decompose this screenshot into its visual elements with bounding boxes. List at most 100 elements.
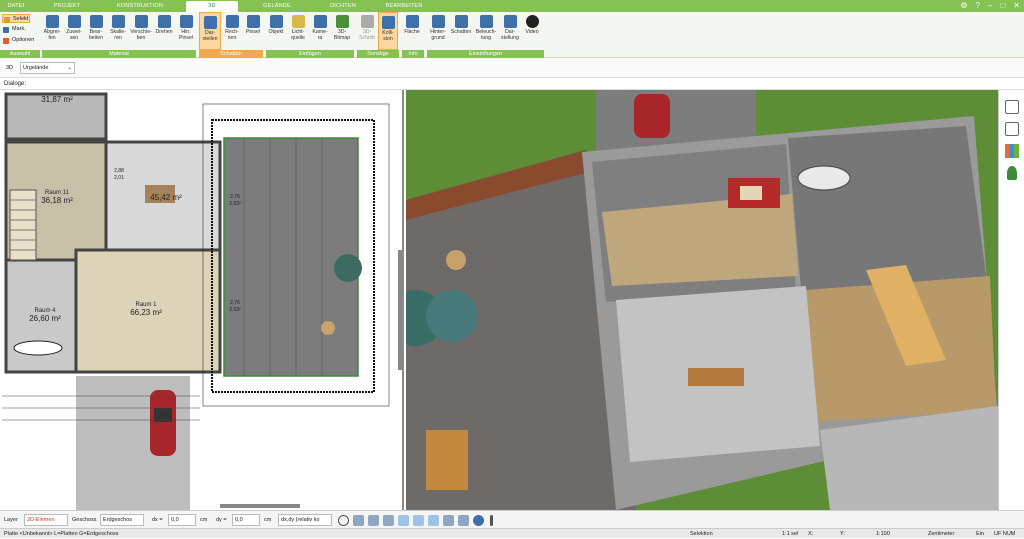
clock-icon[interactable]: [338, 515, 349, 526]
chair-icon[interactable]: [1005, 122, 1019, 136]
schnitt-label: 3D- Schnitt: [359, 29, 375, 41]
layer-select[interactable]: 2D-Elemen: [24, 514, 68, 526]
close-icon[interactable]: ✕: [1013, 0, 1020, 12]
schnitt-button[interactable]: 3D- Schnitt: [357, 12, 377, 50]
bearbeiten-label: Bear- beiten: [88, 29, 104, 41]
rechnen-button[interactable]: Rech- nen: [222, 12, 242, 50]
line-icon[interactable]: [413, 515, 424, 526]
tab-dichten[interactable]: DICHTEN: [318, 1, 368, 12]
measure-icon[interactable]: [458, 515, 469, 526]
minimize-icon[interactable]: –: [988, 0, 992, 12]
plus-icon: [3, 38, 9, 44]
status-toolbar: Layer 2D-Elemen Geschoss Erdgeschos dx =…: [0, 510, 1024, 528]
video-button[interactable]: Video: [522, 12, 542, 50]
right-sidebar: [998, 90, 1024, 510]
abgreifen-button[interactable]: Abgrei- fen: [42, 12, 62, 50]
schatten-button[interactable]: Schatten: [450, 12, 472, 50]
select-label: Selekt: [13, 16, 29, 22]
info-bar: Platte <Unbekannt> L=Platten G=Erdgescho…: [0, 528, 1024, 538]
floor-plan-drawing: [2, 92, 402, 510]
hintergrund-button[interactable]: Hinter- grund: [427, 12, 449, 50]
tab-projekt[interactable]: PROJEKT: [42, 1, 92, 12]
mark-tool-button[interactable]: Mark.: [2, 25, 26, 34]
flaeche-button[interactable]: Fläche: [402, 12, 422, 50]
menu-tab-bar: DATEI PROJEKT KONSTRUKTION 3D GELÄNDE DI…: [0, 0, 1024, 12]
coord-mode-select[interactable]: dx,dy (relativ ko: [278, 514, 332, 526]
terrain-select[interactable]: Urgelände ⌄: [20, 62, 75, 74]
help-icon[interactable]: ?: [976, 0, 980, 12]
dx-label: dx =: [152, 517, 163, 523]
tab-bearbeiten[interactable]: BEARBEITEN: [376, 1, 432, 12]
darstellen-button[interactable]: Dar- stellen: [199, 12, 221, 50]
grid-icon[interactable]: [368, 515, 379, 526]
maximize-icon[interactable]: □: [1000, 0, 1005, 12]
rechnen-label: Rech- nen: [225, 29, 239, 41]
brush-icon: [179, 15, 193, 28]
floor-plan-2d[interactable]: 31,87 m² Raum 11 36,18 m² 45,42 m² Raum 1…: [0, 90, 404, 510]
select-tool-button[interactable]: Selekt: [2, 14, 30, 23]
table-icon[interactable]: [443, 515, 454, 526]
dimension-label: 2,76 2,63²: [229, 194, 241, 207]
tree-icon[interactable]: [1007, 166, 1017, 180]
ortho-icon[interactable]: [383, 515, 394, 526]
dy-input[interactable]: 0,0: [232, 514, 260, 526]
options-button[interactable]: Optionen: [2, 36, 34, 45]
skalieren-label: Skalie- ren: [110, 29, 126, 41]
lichtquelle-label: Licht- quelle: [291, 29, 305, 41]
dimension-label: 2,88 2,01: [114, 168, 124, 181]
dx-unit: cm: [200, 517, 208, 523]
room-label: Raum 4 26,60 m²: [18, 308, 72, 323]
kollision-button[interactable]: Kolli- sion: [378, 12, 398, 50]
area-icon: [405, 15, 419, 28]
kollision-label: Kolli- sion: [382, 30, 394, 42]
kamera-button[interactable]: Kame- ra: [310, 12, 330, 50]
info-icon[interactable]: [473, 515, 484, 526]
tab-gelaende[interactable]: GELÄNDE: [252, 1, 302, 12]
darstellung-button[interactable]: Dar- stellung: [499, 12, 521, 50]
bitmap-button[interactable]: 3D- Bitmap: [332, 12, 352, 50]
collision-icon: [381, 16, 395, 29]
3d-view[interactable]: [406, 90, 998, 510]
view-mode-label: 3D: [6, 65, 14, 71]
move-icon: [134, 15, 148, 28]
room-label: Raum 1 66,23 m²: [116, 302, 176, 317]
tab-konstruktion[interactable]: KONSTRUKTION: [110, 1, 170, 12]
3d-scene: [406, 90, 998, 510]
tab-3d[interactable]: 3D: [186, 1, 238, 12]
group-auswahl: Auswahl: [0, 50, 40, 58]
layer-label: Layer: [4, 517, 18, 523]
layers-icon[interactable]: [1005, 100, 1019, 114]
coord-mode-value: dx,dy (relativ ko: [281, 517, 320, 523]
angle-icon[interactable]: [398, 515, 409, 526]
view-toolbar: 3D Urgelände ⌄: [0, 58, 1024, 78]
house-icon: [431, 15, 445, 28]
beleuchtung-label: Beleuch- tung: [475, 29, 497, 41]
tab-datei[interactable]: DATEI: [2, 1, 30, 12]
geschoss-select[interactable]: Erdgeschos: [100, 514, 144, 526]
pinsel-button[interactable]: Pinsel: [243, 12, 263, 50]
camera-icon: [313, 15, 327, 28]
play-icon: [525, 15, 539, 28]
snap-icon[interactable]: [353, 515, 364, 526]
options-label: Optionen: [12, 37, 35, 43]
bearbeiten-button[interactable]: Bear- beiten: [86, 12, 106, 50]
verschieben-button[interactable]: Verschie- ben: [130, 12, 152, 50]
hin-pinsel-button[interactable]: Hin. Pinsel: [176, 12, 196, 50]
gear-icon[interactable]: ⚙: [960, 0, 967, 12]
hin-pinsel-label: Hin. Pinsel: [178, 29, 194, 41]
beleuchtung-button[interactable]: Beleuch- tung: [474, 12, 498, 50]
palette-icon[interactable]: [1005, 144, 1019, 158]
objekt-button[interactable]: Objekt: [266, 12, 286, 50]
zuweisen-button[interactable]: Zuwei- sen: [64, 12, 84, 50]
group-einstellungen: Einstellungen: [427, 50, 544, 58]
ribbon: Selekt Mark. Optionen Auswahl Abgrei- fe…: [0, 12, 1024, 58]
dimension-label: 2,76 2,63²: [229, 300, 241, 313]
skalieren-button[interactable]: Skalie- ren: [108, 12, 128, 50]
brush-icon: [246, 15, 260, 28]
objekt-label: Objekt: [268, 29, 284, 35]
dx-input[interactable]: 0,0: [168, 514, 196, 526]
lichtquelle-button[interactable]: Licht- quelle: [288, 12, 308, 50]
layer-toggle-icon[interactable]: [428, 515, 439, 526]
drehen-button[interactable]: Drehen: [154, 12, 174, 50]
window-controls: ⚙ ? – □ ✕: [960, 0, 1020, 12]
